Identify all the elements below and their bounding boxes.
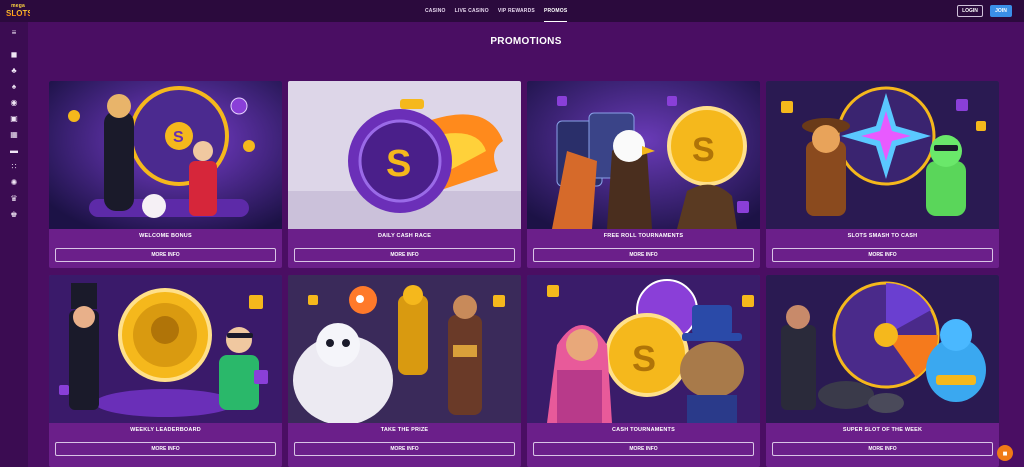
more-info-button[interactable]: MORE INFO: [294, 442, 515, 456]
cherry-icon[interactable]: ♣: [7, 66, 21, 76]
chat-icon[interactable]: ◼: [7, 50, 21, 60]
cards-icon[interactable]: ▣: [7, 114, 21, 124]
more-info-button[interactable]: MORE INFO: [55, 248, 276, 262]
spade-icon[interactable]: ♠: [7, 82, 21, 92]
login-button[interactable]: LOGIN: [957, 5, 983, 17]
promo-image-cash: S: [527, 275, 760, 423]
table-icon[interactable]: ▬: [7, 146, 21, 156]
promo-title: WEEKLY LEADERBOARD: [130, 427, 201, 433]
promo-card-cash-tournaments[interactable]: S CASH TOURNAMENTS MORE INFO: [527, 275, 760, 467]
promo-image-free-roll: S: [527, 81, 760, 229]
promo-title: CASH TOURNAMENTS: [612, 427, 675, 433]
promo-title: SUPER SLOT OF THE WEEK: [842, 427, 923, 433]
page-title: PROMOTIONS: [490, 36, 562, 47]
brand-logo[interactable]: mega SLOTS: [6, 3, 33, 19]
nav-vip-rewards[interactable]: VIP REWARDS: [498, 1, 535, 21]
promo-card-weekly-leaderboard[interactable]: WEEKLY LEADERBOARD MORE INFO: [49, 275, 282, 467]
nav-casino[interactable]: CASINO: [425, 1, 446, 21]
nav-promos[interactable]: PROMOS: [543, 1, 568, 22]
promo-card-welcome-bonus[interactable]: S WELCOME BONUS MORE INFO: [49, 81, 282, 268]
nav-live-casino[interactable]: LIVE CASINO: [455, 1, 489, 21]
promo-image-welcome-bonus: S: [49, 81, 282, 229]
svg-text:S: S: [632, 338, 656, 379]
trophy-icon[interactable]: ♛: [7, 194, 21, 204]
more-info-button[interactable]: MORE INFO: [294, 248, 515, 262]
svg-text:S: S: [173, 129, 184, 146]
svg-text:S: S: [386, 143, 411, 185]
more-info-button[interactable]: MORE INFO: [533, 248, 754, 262]
promo-card-free-roll-tournaments[interactable]: S FREE ROLL TOURNAMENTS MORE INFO: [527, 81, 760, 268]
logo-line2: SLOTS: [6, 9, 33, 18]
promo-image-daily-cash-race: S: [288, 81, 521, 229]
more-info-button[interactable]: MORE INFO: [772, 442, 993, 456]
more-info-button[interactable]: MORE INFO: [533, 442, 754, 456]
sidebar: ≡ ◼ ♣ ♠ ◉ ▣ ▦ ▬ ∷ ✺ ♛ ♚: [0, 22, 28, 467]
promo-card-slots-smash-to-cash[interactable]: SLOTS SMASH TO CASH MORE INFO: [766, 81, 999, 268]
top-bar: mega SLOTS CASINO LIVE CASINO VIP REWARD…: [0, 0, 1024, 22]
more-info-button[interactable]: MORE INFO: [772, 248, 993, 262]
promo-card-daily-cash-race[interactable]: S DAILY CASH RACE MORE INFO: [288, 81, 521, 268]
promo-title: TAKE THE PRIZE: [380, 427, 429, 433]
promo-card-take-the-prize[interactable]: TAKE THE PRIZE MORE INFO: [288, 275, 521, 467]
menu-icon[interactable]: ≡: [7, 28, 21, 38]
promo-image-smash: [766, 81, 999, 229]
more-info-button[interactable]: MORE INFO: [55, 442, 276, 456]
crown-icon[interactable]: ♚: [7, 210, 21, 220]
promo-image-super-slot: [766, 275, 999, 423]
hat-icon[interactable]: ◉: [7, 98, 21, 108]
promo-title: FREE ROLL TOURNAMENTS: [603, 233, 684, 239]
promo-title: DAILY CASH RACE: [377, 233, 432, 239]
promo-title: SLOTS SMASH TO CASH: [847, 233, 918, 239]
ticket-icon[interactable]: ▦: [7, 130, 21, 140]
promo-title: WELCOME BONUS: [139, 233, 192, 239]
chip-icon[interactable]: ✺: [7, 178, 21, 188]
promo-image-prize: [288, 275, 521, 423]
chat-bubble-icon[interactable]: ■: [997, 445, 1013, 461]
grid-icon[interactable]: ∷: [7, 162, 21, 172]
promo-card-super-slot-of-the-week[interactable]: SUPER SLOT OF THE WEEK MORE INFO: [766, 275, 999, 467]
svg-text:S: S: [692, 131, 715, 169]
promo-image-leaderboard: [49, 275, 282, 423]
join-button[interactable]: JOIN: [990, 5, 1012, 17]
main-nav: CASINO LIVE CASINO VIP REWARDS PROMOS: [425, 0, 568, 22]
